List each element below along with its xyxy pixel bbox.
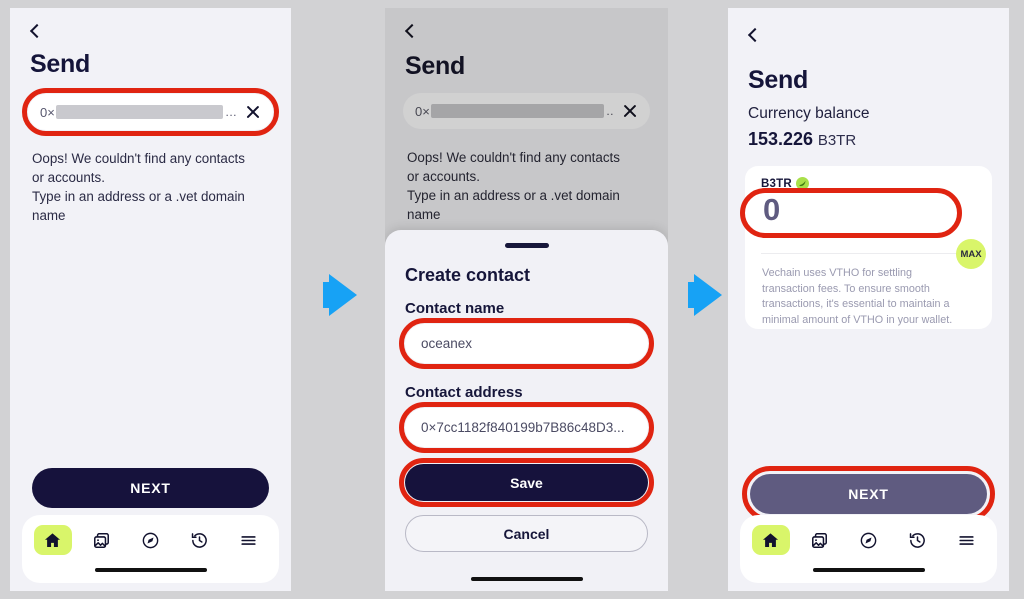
next-button[interactable]: NEXT <box>32 468 269 508</box>
send-screen-amount: Send Currency balance 153.226 B3TR B3TR … <box>728 8 1009 591</box>
home-indicator <box>94 567 207 572</box>
history-icon <box>909 532 925 548</box>
create-contact-bottom-sheet: Create contact Contact name oceanex Cont… <box>385 230 668 591</box>
nav-icon-row <box>22 523 279 557</box>
home-indicator <box>812 567 925 572</box>
bottom-navigation-bar <box>740 515 997 583</box>
save-button[interactable]: Save <box>405 464 648 501</box>
max-button[interactable]: MAX <box>956 239 986 269</box>
recipient-search-input[interactable]: 0× .. <box>403 93 650 129</box>
nav-item-home[interactable] <box>33 525 72 555</box>
empty-state-line-2: or accounts. <box>32 170 105 185</box>
empty-state-message: Oops! We couldn't find any contacts or a… <box>32 149 275 225</box>
note-line-3: transactions, it's essential to maintain… <box>762 298 950 310</box>
empty-state-line-1: Oops! We couldn't find any contacts <box>32 151 245 166</box>
balance-amount: 153.226 <box>748 129 814 149</box>
compass-icon <box>860 532 877 548</box>
amount-input[interactable]: 0 <box>763 194 780 225</box>
bottom-navigation-bar <box>22 515 279 583</box>
balance-symbol: B3TR <box>817 132 857 149</box>
sheet-title: Create contact <box>405 265 531 285</box>
redacted-address-bar <box>430 104 605 118</box>
redacted-address-bar <box>55 105 224 119</box>
nav-item-collection[interactable] <box>83 525 121 555</box>
token-symbol-label: B3TR <box>761 177 792 190</box>
empty-state-message: Oops! We couldn't find any contacts or a… <box>407 148 652 224</box>
note-line-4: minimal amount of VTHO in your wallet. <box>762 313 953 326</box>
empty-state-line-2: or accounts. <box>407 169 480 184</box>
home-icon <box>762 532 779 547</box>
note-line-1: Vechain uses VTHO for settling <box>762 267 913 279</box>
contact-address-label: Contact address <box>405 384 523 401</box>
amount-entry-card: B3TR 0 MAX Vechain uses VTHO for settlin… <box>745 166 992 329</box>
next-button[interactable]: NEXT <box>750 474 987 514</box>
address-prefix: 0× <box>40 104 55 120</box>
phone-screen-3: Send Currency balance 153.226 B3TR B3TR … <box>728 8 1009 591</box>
phone-screen-1: Send 0× ... Oops! We couldn't find any c… <box>10 8 291 591</box>
empty-state-line-3: Type in an address or a .vet domain <box>407 188 620 203</box>
home-indicator <box>470 576 583 581</box>
nav-icon-row <box>740 523 997 557</box>
cancel-button[interactable]: Cancel <box>405 515 648 552</box>
phone-screen-2: Send 0× .. Oops! We couldn't find any co… <box>385 8 668 591</box>
leaf-icon <box>799 180 806 187</box>
empty-state-line-4: name <box>407 207 441 222</box>
step-arrow-1 <box>323 274 357 316</box>
nav-item-activity[interactable] <box>181 525 219 555</box>
compass-icon <box>142 532 159 548</box>
sheet-grabber-handle[interactable] <box>504 243 549 248</box>
chevron-left-icon <box>747 27 763 43</box>
chevron-left-icon <box>404 23 420 39</box>
address-ellipsis: ... <box>225 105 237 119</box>
empty-state-line-3: Type in an address or a .vet domain <box>32 189 245 204</box>
page-title: Send <box>405 52 465 80</box>
screenshot-stage: Send 0× ... Oops! We couldn't find any c… <box>0 0 1024 599</box>
nav-item-menu[interactable] <box>230 525 268 555</box>
address-ellipsis: .. <box>606 104 614 118</box>
empty-state-line-4: name <box>32 208 66 223</box>
page-title: Send <box>30 50 90 78</box>
nav-item-explore[interactable] <box>132 525 170 555</box>
address-prefix: 0× <box>415 103 430 119</box>
clear-icon[interactable] <box>622 103 638 119</box>
nav-item-menu[interactable] <box>948 525 986 555</box>
history-icon <box>191 532 207 548</box>
send-screen-empty-contacts: Send 0× ... Oops! We couldn't find any c… <box>10 8 291 591</box>
gallery-icon <box>812 532 827 548</box>
token-row: B3TR <box>761 177 809 190</box>
contact-name-input[interactable]: oceanex <box>405 324 648 363</box>
recipient-search-input[interactable]: 0× ... <box>28 94 273 130</box>
menu-icon <box>959 535 974 545</box>
b3tr-token-icon <box>795 177 809 190</box>
contact-address-input[interactable]: 0×7cc1182f840199b7B86c48D3... <box>405 408 648 447</box>
nav-item-explore[interactable] <box>850 525 888 555</box>
back-button[interactable] <box>746 22 768 48</box>
currency-balance-value: 153.226 B3TR <box>748 129 856 150</box>
currency-balance-label: Currency balance <box>748 105 870 122</box>
back-button[interactable] <box>403 18 425 44</box>
card-divider <box>761 253 976 254</box>
nav-item-activity[interactable] <box>899 525 937 555</box>
note-line-2: transaction fees. To ensure smooth <box>762 282 930 295</box>
back-button[interactable] <box>28 18 50 44</box>
home-icon <box>44 532 61 547</box>
contact-name-label: Contact name <box>405 300 505 317</box>
chevron-left-icon <box>29 23 45 39</box>
page-title: Send <box>748 66 808 94</box>
clear-icon[interactable] <box>245 104 261 120</box>
step-arrow-2 <box>688 274 722 316</box>
menu-icon <box>241 535 256 545</box>
vtho-fee-note: Vechain uses VTHO for settling transacti… <box>762 266 978 328</box>
nav-item-home[interactable] <box>751 525 790 555</box>
nav-item-collection[interactable] <box>801 525 839 555</box>
send-screen-create-contact: Send 0× .. Oops! We couldn't find any co… <box>385 8 668 591</box>
empty-state-line-1: Oops! We couldn't find any contacts <box>407 150 620 165</box>
gallery-icon <box>94 532 109 548</box>
